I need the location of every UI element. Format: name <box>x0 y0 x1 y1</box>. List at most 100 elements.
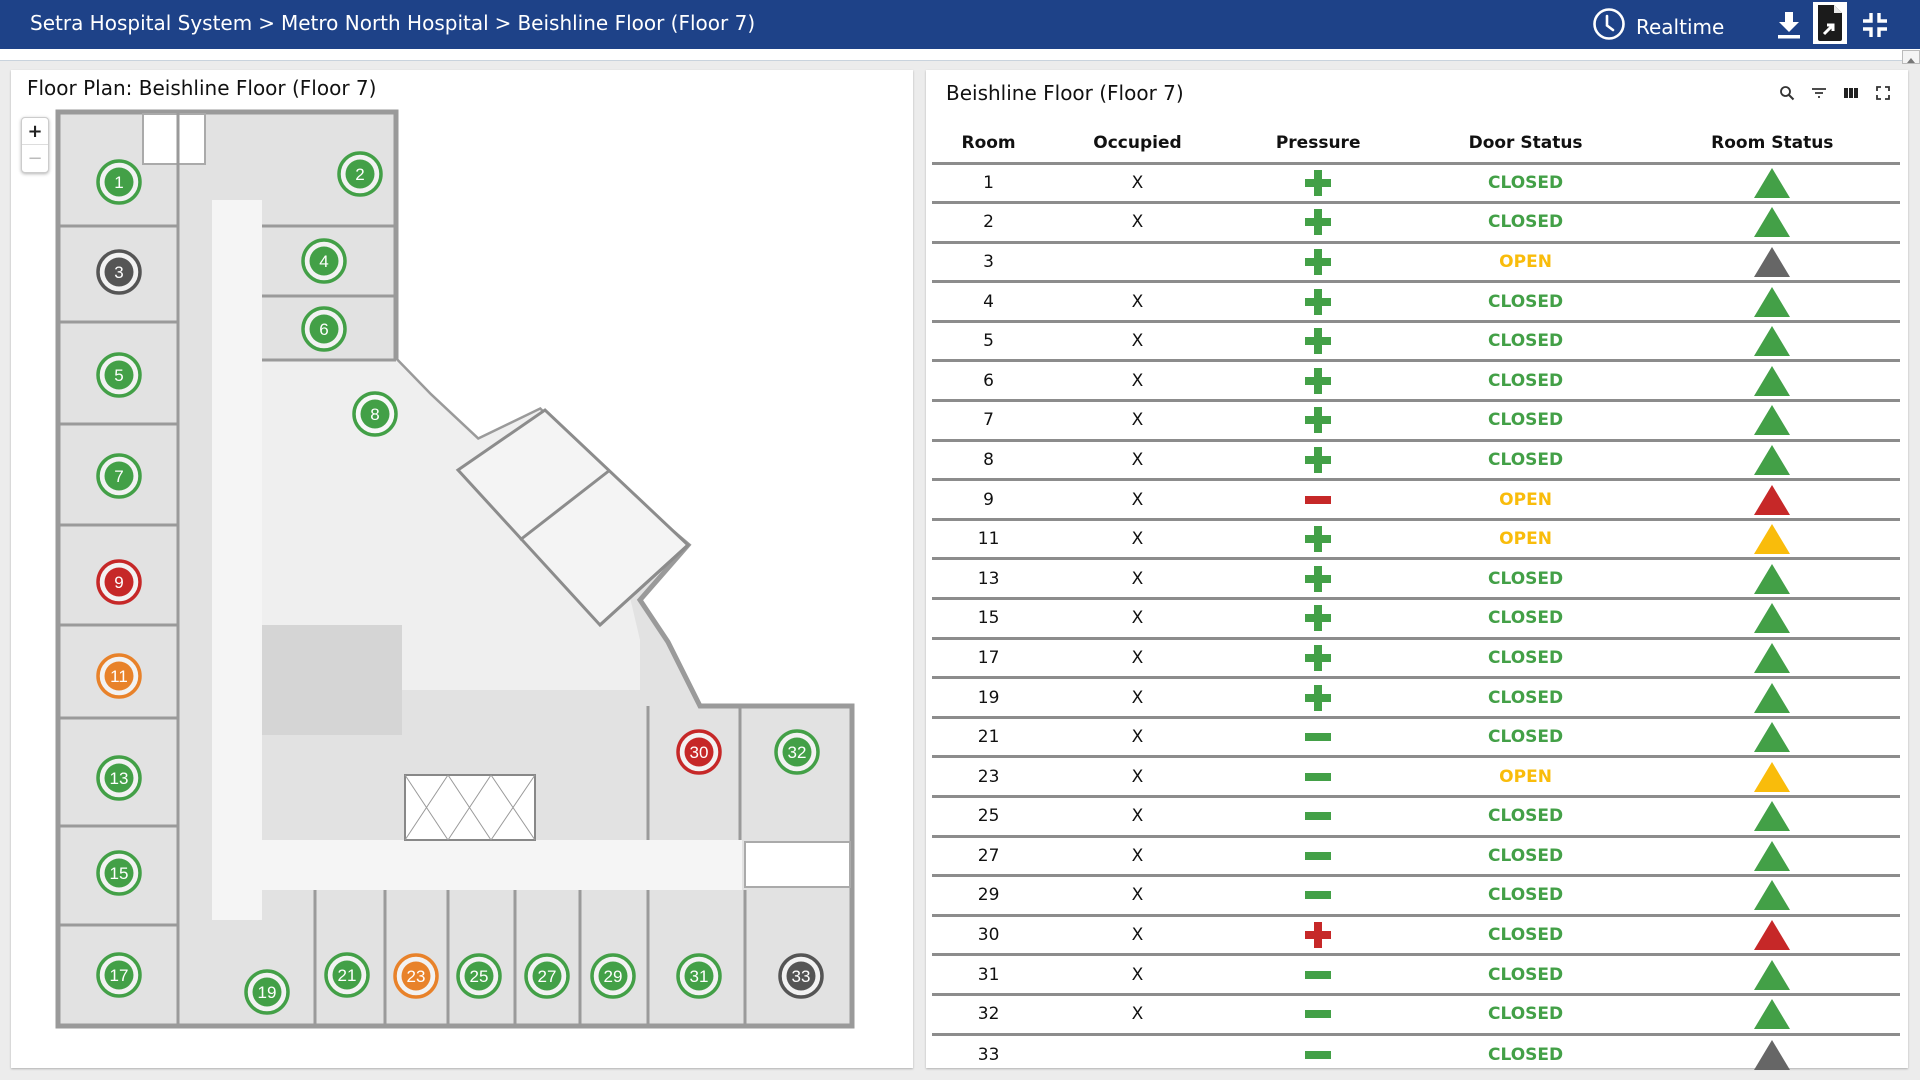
room-marker-19[interactable]: 19 <box>244 969 290 1015</box>
table-row[interactable]: 32 X CLOSED <box>932 994 1900 1036</box>
table-row[interactable]: 31 X CLOSED <box>932 954 1900 996</box>
room-marker-1[interactable]: 1 <box>96 159 142 205</box>
pressure-negative-icon <box>1305 970 1332 979</box>
marker-label: 23 <box>407 967 426 986</box>
column-header-occupied[interactable]: Occupied <box>1045 125 1230 165</box>
breadcrumb-item-hospital[interactable]: Metro North Hospital <box>281 11 489 35</box>
pressure-cell <box>1229 954 1407 996</box>
table-body: 1 X CLOSED 2 X CLOSED 3 OPEN 4 X CLOSED 5 X CLOSED 6 X C… <box>932 163 1900 1074</box>
room-marker-25[interactable]: 25 <box>456 953 502 999</box>
occupied-cell: X <box>1045 756 1230 798</box>
table-row[interactable]: 3 OPEN <box>932 242 1900 284</box>
room-marker-33[interactable]: 33 <box>778 953 824 999</box>
export-file-icon[interactable] <box>1813 2 1847 44</box>
room-marker-6[interactable]: 6 <box>301 306 347 352</box>
scrollbar-up-arrow[interactable] <box>1902 50 1920 64</box>
room-marker-23[interactable]: 23 <box>393 953 439 999</box>
column-header-room[interactable]: Room <box>932 125 1046 165</box>
breadcrumb-separator: > <box>258 11 275 35</box>
room-marker-3[interactable]: 3 <box>96 249 142 295</box>
pressure-cell <box>1229 796 1407 838</box>
sub-bar <box>0 49 1920 61</box>
occupied-cell: X <box>1045 954 1230 996</box>
table-row[interactable]: 15 X CLOSED <box>932 598 1900 640</box>
marker-label: 8 <box>370 405 379 424</box>
room-marker-8[interactable]: 8 <box>352 391 398 437</box>
room-number-cell: 33 <box>977 1044 1000 1065</box>
room-status-triangle-icon <box>1754 642 1791 673</box>
table-row[interactable]: 8 X CLOSED <box>932 440 1900 482</box>
occupied-cell: X <box>1045 321 1230 363</box>
door-status-cell: OPEN <box>1406 756 1645 798</box>
table-row[interactable]: 1 X CLOSED <box>932 163 1900 205</box>
pressure-negative-icon <box>1305 772 1332 781</box>
table-row[interactable]: 19 X CLOSED <box>932 677 1900 719</box>
door-status-cell: CLOSED <box>1406 994 1645 1036</box>
door-status-cell: CLOSED <box>1488 1044 1564 1065</box>
room-marker-32[interactable]: 32 <box>774 729 820 775</box>
room-marker-5[interactable]: 5 <box>96 352 142 398</box>
pressure-cell <box>1229 163 1407 205</box>
room-marker-15[interactable]: 15 <box>96 850 142 896</box>
room-status-cell <box>1644 360 1900 403</box>
table-row[interactable]: 9 X OPEN <box>932 479 1900 521</box>
occupied-cell: X <box>1045 598 1230 640</box>
room-marker-31[interactable]: 31 <box>676 953 722 999</box>
exit-fullscreen-icon[interactable] <box>1858 8 1892 42</box>
room-marker-29[interactable]: 29 <box>590 953 636 999</box>
pressure-cell <box>1229 915 1407 957</box>
table-row[interactable]: 30 X CLOSED <box>932 915 1900 957</box>
zoom-in-button[interactable]: + <box>22 118 48 145</box>
pressure-positive-icon <box>1305 565 1332 592</box>
table-row[interactable]: 4 X CLOSED <box>932 281 1900 323</box>
table-row[interactable]: 33 CLOSED <box>932 1034 1900 1074</box>
pressure-cell <box>1230 1034 1407 1074</box>
room-number-cell: 9 <box>932 479 1046 521</box>
table-row[interactable]: 29 X CLOSED <box>932 875 1900 917</box>
columns-icon[interactable] <box>1842 84 1860 102</box>
filter-icon[interactable] <box>1810 84 1828 102</box>
occupied-cell: X <box>1045 519 1230 561</box>
room-marker-30[interactable]: 30 <box>676 729 722 775</box>
table-row[interactable]: 25 X CLOSED <box>932 796 1900 838</box>
table-row[interactable]: 2 X CLOSED <box>932 202 1900 244</box>
room-marker-4[interactable]: 4 <box>301 238 347 284</box>
table-row[interactable]: 7 X CLOSED <box>932 400 1900 442</box>
room-number-cell: 31 <box>932 954 1046 996</box>
pressure-cell <box>1229 756 1407 798</box>
marker-label: 1 <box>114 173 123 192</box>
table-row[interactable]: 27 X CLOSED <box>932 836 1900 878</box>
door-status-cell: CLOSED <box>1406 598 1645 640</box>
table-row[interactable]: 6 X CLOSED <box>932 360 1900 403</box>
room-marker-9[interactable]: 9 <box>96 559 142 605</box>
room-marker-17[interactable]: 17 <box>96 952 142 998</box>
fullscreen-icon[interactable] <box>1874 84 1892 102</box>
room-number-cell: 17 <box>932 638 1046 680</box>
room-marker-21[interactable]: 21 <box>324 952 370 998</box>
table-row[interactable]: 23 X OPEN <box>932 756 1900 798</box>
room-marker-13[interactable]: 13 <box>96 755 142 801</box>
table-row[interactable]: 21 X CLOSED <box>932 717 1900 759</box>
zoom-out-button[interactable]: − <box>22 145 48 172</box>
column-header-room-status[interactable]: Room Status <box>1644 125 1900 165</box>
pressure-positive-icon <box>1305 288 1332 315</box>
floor-plan-panel: Floor Plan: Beishline Floor (Floor 7) 1 … <box>11 70 913 1068</box>
table-row[interactable]: 11 X OPEN <box>932 519 1900 561</box>
room-marker-7[interactable]: 7 <box>96 453 142 499</box>
room-marker-27[interactable]: 27 <box>524 953 570 999</box>
table-row[interactable]: 5 X CLOSED <box>932 321 1900 363</box>
table-row[interactable]: 17 X CLOSED <box>932 638 1900 680</box>
column-header-door-status[interactable]: Door Status <box>1406 125 1645 165</box>
room-marker-11[interactable]: 11 <box>96 653 142 699</box>
table-row[interactable]: 13 X CLOSED <box>932 558 1900 601</box>
door-status-cell: CLOSED <box>1406 717 1645 759</box>
search-icon[interactable] <box>1778 84 1796 102</box>
download-icon[interactable] <box>1772 8 1806 42</box>
column-header-pressure[interactable]: Pressure <box>1229 125 1407 165</box>
realtime-button[interactable]: Realtime <box>1592 7 1724 46</box>
breadcrumb-item-system[interactable]: Setra Hospital System <box>30 11 252 35</box>
room-status-triangle-icon <box>1754 722 1791 753</box>
room-marker-2[interactable]: 2 <box>337 151 383 197</box>
floor-plan-map[interactable]: 1 23456789111315171921 23 25 27 2930313233 <box>11 70 913 1068</box>
pressure-cell <box>1229 875 1407 917</box>
